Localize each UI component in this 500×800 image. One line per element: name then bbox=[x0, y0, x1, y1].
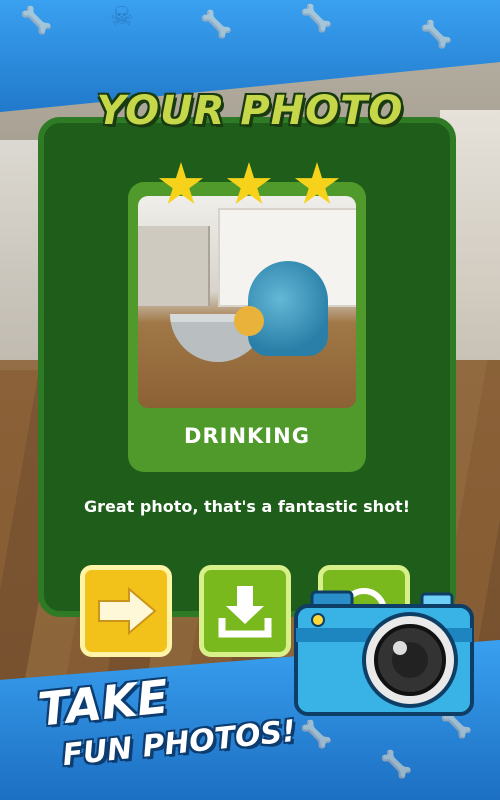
bone-icon: 🦴 bbox=[200, 10, 233, 40]
star-rating bbox=[150, 162, 350, 212]
bone-icon: 🦴 bbox=[380, 750, 413, 780]
photo-card: DRINKING bbox=[128, 182, 366, 472]
download-icon bbox=[218, 586, 272, 638]
star-icon bbox=[226, 162, 272, 204]
bone-icon: 🦴 bbox=[20, 6, 53, 36]
dinosaur-creature bbox=[248, 261, 328, 356]
photo-label: DRINKING bbox=[184, 424, 310, 448]
camera-icon bbox=[294, 590, 474, 716]
captured-photo bbox=[138, 196, 356, 408]
photo-oven bbox=[138, 226, 210, 306]
feedback-message: Great photo, that's a fantastic shot! bbox=[83, 497, 410, 516]
save-button[interactable] bbox=[199, 565, 291, 657]
star-icon bbox=[294, 162, 340, 204]
next-button[interactable] bbox=[80, 565, 172, 657]
star-icon bbox=[158, 162, 204, 204]
bone-icon: 🦴 bbox=[300, 720, 333, 750]
arrow-right-icon bbox=[98, 587, 157, 635]
page-title: YOUR PHOTO bbox=[96, 88, 404, 134]
bone-icon: 🦴 bbox=[300, 4, 333, 34]
bone-icon: 🦴 bbox=[420, 20, 453, 50]
creature-beak bbox=[234, 306, 264, 336]
dinosaur-skull-icon: ☠ bbox=[110, 2, 134, 32]
